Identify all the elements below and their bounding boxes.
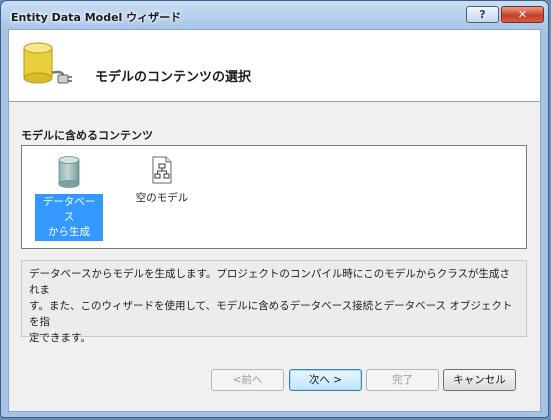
finish-button[interactable]: 完了 [366,369,439,391]
list-item-generate-from-database[interactable]: データベース から生成 [35,156,103,241]
contents-label: モデルに含めるコンテンツ [21,129,153,142]
help-button[interactable]: ? [466,6,499,23]
description-box: データベースからモデルを生成します。プロジェクトのコンパイル時にこのモデルからク… [21,260,527,344]
list-item-empty-model[interactable]: 空のモデル [128,156,196,207]
wizard-window: Entity Data Model ウィザード ? ✕ モデルのコンテンツの選択… [0,0,549,418]
contents-listview[interactable]: データベース から生成 空のモデル [21,145,527,249]
prev-button[interactable]: <前へ [211,369,284,391]
cancel-button[interactable]: キャンセル [443,369,516,391]
list-item-label: データベース から生成 [35,194,103,241]
empty-model-icon [152,156,172,184]
next-button[interactable]: 次へ > [289,369,362,391]
description-line: データベースからモデルを生成します。プロジェクトのコンパイル時にこのモデルからク… [29,268,511,296]
list-item-label: 空のモデル [135,192,189,204]
title-bar[interactable]: Entity Data Model ウィザード ? ✕ [1,1,548,29]
database-icon [58,156,80,188]
description-line: 定できます。 [29,332,91,344]
window-title: Entity Data Model ウィザード [11,11,182,24]
close-button[interactable]: ✕ [501,6,544,23]
wizard-client-area: モデルのコンテンツの選択 モデルに含めるコンテンツ データベース から生成 空の… [8,29,541,412]
wizard-header: モデルのコンテンツの選択 [9,30,540,102]
description-line: す。また、このウィザードを使用して、モデルに含めるデータベース接続とデータベース… [29,300,513,328]
page-title: モデルのコンテンツの選択 [95,70,252,85]
database-plug-icon [23,42,72,84]
